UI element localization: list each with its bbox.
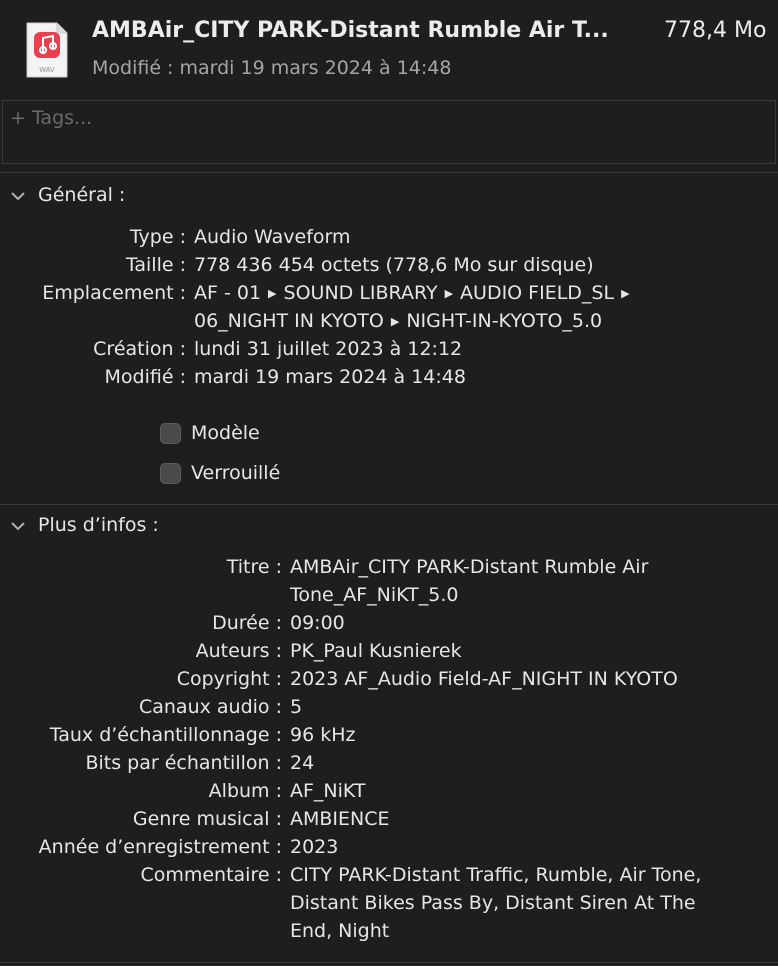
checkbox[interactable] <box>160 463 181 484</box>
path-arrow-icon: ▶ <box>444 287 454 300</box>
info-row-year: Année d’enregistrement : 2023 <box>0 836 778 862</box>
channels-value: 5 <box>290 696 303 718</box>
modified-label: Modifié : <box>104 366 186 388</box>
comment-label: Commentaire : <box>140 864 282 886</box>
size-value: 778 436 454 octets (778,6 Mo sur disque) <box>194 254 594 276</box>
channels-label: Canaux audio : <box>138 696 282 718</box>
info-row-authors: Auteurs : PK_Paul Kusnierek <box>0 640 778 666</box>
path-arrow-icon: ▶ <box>390 315 400 328</box>
checkbox[interactable] <box>160 423 181 444</box>
size-label: Taille : <box>125 254 186 276</box>
created-value: lundi 31 juillet 2023 à 12:12 <box>194 338 463 360</box>
copyright-label: Copyright : <box>176 668 282 690</box>
genre-label: Genre musical : <box>132 808 282 830</box>
locked-checkbox[interactable]: Verrouillé <box>160 462 280 484</box>
copyright-value: 2023 AF_Audio Field-AF_NIGHT IN KYOTO <box>290 668 678 690</box>
title-value-cont: Tone_AF_NiKT_5.0 <box>290 584 459 606</box>
duration-value: 09:00 <box>290 612 345 634</box>
sample-rate-value: 96 kHz <box>290 724 356 746</box>
info-row-title-cont: Tone_AF_NiKT_5.0 <box>0 584 778 610</box>
info-row-genre: Genre musical : AMBIENCE <box>0 808 778 834</box>
year-value: 2023 <box>290 836 339 858</box>
section-general-title: Général : <box>38 184 126 206</box>
path-segment[interactable]: 06_NIGHT IN KYOTO <box>194 310 384 332</box>
svg-text:WAV: WAV <box>39 67 54 74</box>
album-label: Album : <box>208 780 282 802</box>
info-row-comment: Commentaire : CITY PARK-Distant Traffic,… <box>0 864 778 890</box>
comment-value: CITY PARK-Distant Traffic, Rumble, Air T… <box>290 864 702 886</box>
info-row-comment-cont: Distant Bikes Pass By, Distant Siren At … <box>0 892 778 918</box>
comment-value-cont: End, Night <box>290 920 390 942</box>
type-label: Type : <box>129 226 186 248</box>
info-row-album: Album : AF_NiKT <box>0 780 778 806</box>
file-size: 778,4 Mo <box>664 18 767 43</box>
path-segment[interactable]: AF - 01 <box>194 282 261 304</box>
info-row-location: Emplacement : AF - 01 ▶ SOUND LIBRARY ▶ AUDI… <box>0 282 778 308</box>
comment-value-cont: Distant Bikes Pass By, Distant Siren At … <box>290 892 696 914</box>
stationery-pad-label: Modèle <box>191 422 260 444</box>
stationery-pad-checkbox[interactable]: Modèle <box>160 422 260 444</box>
section-more-info-title: Plus d’infos : <box>38 514 159 536</box>
created-label: Création : <box>93 338 186 360</box>
info-row-channels: Canaux audio : 5 <box>0 696 778 722</box>
path-arrow-icon: ▶ <box>268 287 277 300</box>
info-row-duration: Durée : 09:00 <box>0 612 778 638</box>
tags-field[interactable]: + Tags... <box>2 100 776 164</box>
location-path-line2: 06_NIGHT IN KYOTO ▶ NIGHT-IN-KYOTO_5.0 <box>194 310 602 332</box>
album-value: AF_NiKT <box>290 780 366 802</box>
location-path-line1: AF - 01 ▶ SOUND LIBRARY ▶ AUDIO FIELD_SL ▶ <box>194 282 637 304</box>
info-row-size: Taille : 778 436 454 octets (778,6 Mo su… <box>0 254 778 280</box>
section-general-toggle[interactable]: Général : <box>10 184 125 206</box>
info-row-comment-cont: End, Night <box>0 920 778 946</box>
tags-placeholder: + Tags... <box>10 107 93 129</box>
file-title: AMBAir_CITY PARK-Distant Rumble Air T... <box>92 18 609 43</box>
wav-file-icon: WAV <box>26 22 68 78</box>
location-label: Emplacement : <box>42 282 186 304</box>
modified-date: Modifié : mardi 19 mars 2024 à 14:48 <box>92 57 452 79</box>
modified-value: mardi 19 mars 2024 à 14:48 <box>194 366 466 388</box>
path-arrow-icon: ▶ <box>621 287 630 300</box>
info-row-copyright: Copyright : 2023 AF_Audio Field-AF_NIGHT… <box>0 668 778 694</box>
section-more-info-toggle[interactable]: Plus d’infos : <box>10 514 159 536</box>
bits-label: Bits par échantillon : <box>85 752 282 774</box>
path-segment[interactable]: NIGHT-IN-KYOTO_5.0 <box>406 310 602 332</box>
file-header: WAV AMBAir_CITY PARK-Distant Rumble Air … <box>0 0 778 98</box>
year-label: Année d’enregistrement : <box>38 836 282 858</box>
bits-value: 24 <box>290 752 315 774</box>
info-row-type: Type : Audio Waveform <box>0 226 778 252</box>
info-row-title: Titre : AMBAir_CITY PARK-Distant Rumble … <box>0 556 778 582</box>
divider <box>0 504 778 505</box>
divider <box>0 172 778 173</box>
info-row-created: Création : lundi 31 juillet 2023 à 12:12 <box>0 338 778 364</box>
info-row-location-cont: 06_NIGHT IN KYOTO ▶ NIGHT-IN-KYOTO_5.0 <box>0 310 778 336</box>
genre-value: AMBIENCE <box>290 808 390 830</box>
title-value: AMBAir_CITY PARK-Distant Rumble Air <box>290 556 649 578</box>
authors-value: PK_Paul Kusnierek <box>290 640 462 662</box>
info-row-modified: Modifié : mardi 19 mars 2024 à 14:48 <box>0 366 778 392</box>
title-label: Titre : <box>226 556 282 578</box>
divider <box>0 962 778 963</box>
locked-label: Verrouillé <box>191 462 281 484</box>
info-row-bits: Bits par échantillon : 24 <box>0 752 778 778</box>
type-value: Audio Waveform <box>194 226 351 248</box>
path-segment[interactable]: SOUND LIBRARY <box>284 282 438 304</box>
sample-rate-label: Taux d’échantillonnage : <box>49 724 282 746</box>
chevron-down-icon <box>10 184 30 206</box>
info-row-sample-rate: Taux d’échantillonnage : 96 kHz <box>0 724 778 750</box>
path-segment[interactable]: AUDIO FIELD_SL <box>460 282 614 304</box>
authors-label: Auteurs : <box>195 640 282 662</box>
duration-label: Durée : <box>212 612 282 634</box>
chevron-down-icon <box>10 514 30 536</box>
